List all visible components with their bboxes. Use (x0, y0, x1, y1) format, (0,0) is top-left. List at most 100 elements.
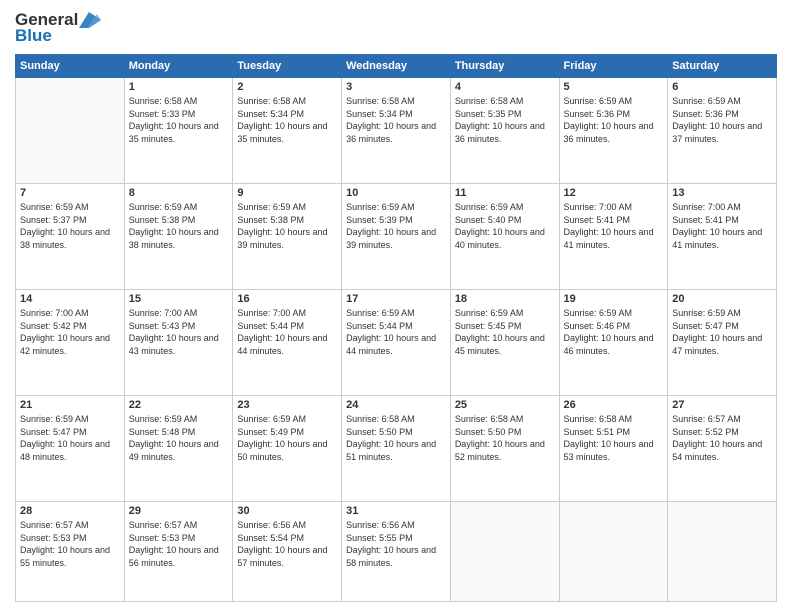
day-number: 1 (129, 81, 229, 93)
day-info: Sunrise: 6:59 AM Sunset: 5:40 PM Dayligh… (455, 201, 555, 251)
day-info: Sunrise: 6:57 AM Sunset: 5:53 PM Dayligh… (20, 519, 120, 569)
calendar-day-cell: 5 Sunrise: 6:59 AM Sunset: 5:36 PM Dayli… (559, 78, 668, 184)
day-number: 14 (20, 293, 120, 305)
day-number: 28 (20, 505, 120, 517)
day-info: Sunrise: 6:59 AM Sunset: 5:36 PM Dayligh… (564, 95, 664, 145)
logo-icon (79, 12, 101, 28)
calendar-day-cell: 6 Sunrise: 6:59 AM Sunset: 5:36 PM Dayli… (668, 78, 777, 184)
day-number: 12 (564, 187, 664, 199)
day-number: 13 (672, 187, 772, 199)
day-number: 19 (564, 293, 664, 305)
day-number: 6 (672, 81, 772, 93)
day-number: 22 (129, 399, 229, 411)
day-number: 5 (564, 81, 664, 93)
calendar-day-cell: 10 Sunrise: 6:59 AM Sunset: 5:39 PM Dayl… (342, 184, 451, 290)
day-info: Sunrise: 7:00 AM Sunset: 5:44 PM Dayligh… (237, 307, 337, 357)
calendar-header-cell: Saturday (668, 55, 777, 78)
day-number: 24 (346, 399, 446, 411)
day-info: Sunrise: 6:56 AM Sunset: 5:54 PM Dayligh… (237, 519, 337, 569)
calendar-week-row: 21 Sunrise: 6:59 AM Sunset: 5:47 PM Dayl… (16, 396, 777, 502)
calendar-header-cell: Monday (124, 55, 233, 78)
day-number: 25 (455, 399, 555, 411)
day-number: 21 (20, 399, 120, 411)
calendar-header-cell: Tuesday (233, 55, 342, 78)
calendar-day-cell: 19 Sunrise: 6:59 AM Sunset: 5:46 PM Dayl… (559, 290, 668, 396)
calendar-day-cell: 23 Sunrise: 6:59 AM Sunset: 5:49 PM Dayl… (233, 396, 342, 502)
calendar-table: SundayMondayTuesdayWednesdayThursdayFrid… (15, 54, 777, 602)
calendar-header-row: SundayMondayTuesdayWednesdayThursdayFrid… (16, 55, 777, 78)
day-info: Sunrise: 6:57 AM Sunset: 5:53 PM Dayligh… (129, 519, 229, 569)
calendar-day-cell: 2 Sunrise: 6:58 AM Sunset: 5:34 PM Dayli… (233, 78, 342, 184)
day-number: 3 (346, 81, 446, 93)
day-number: 7 (20, 187, 120, 199)
day-number: 15 (129, 293, 229, 305)
calendar-day-cell: 17 Sunrise: 6:59 AM Sunset: 5:44 PM Dayl… (342, 290, 451, 396)
calendar-week-row: 1 Sunrise: 6:58 AM Sunset: 5:33 PM Dayli… (16, 78, 777, 184)
day-info: Sunrise: 6:58 AM Sunset: 5:51 PM Dayligh… (564, 413, 664, 463)
day-number: 26 (564, 399, 664, 411)
calendar-day-cell: 31 Sunrise: 6:56 AM Sunset: 5:55 PM Dayl… (342, 502, 451, 602)
calendar-day-cell: 1 Sunrise: 6:58 AM Sunset: 5:33 PM Dayli… (124, 78, 233, 184)
day-number: 4 (455, 81, 555, 93)
day-number: 29 (129, 505, 229, 517)
calendar-week-row: 28 Sunrise: 6:57 AM Sunset: 5:53 PM Dayl… (16, 502, 777, 602)
calendar-day-cell: 14 Sunrise: 7:00 AM Sunset: 5:42 PM Dayl… (16, 290, 125, 396)
day-info: Sunrise: 7:00 AM Sunset: 5:42 PM Dayligh… (20, 307, 120, 357)
calendar-day-cell: 4 Sunrise: 6:58 AM Sunset: 5:35 PM Dayli… (450, 78, 559, 184)
calendar-day-cell: 15 Sunrise: 7:00 AM Sunset: 5:43 PM Dayl… (124, 290, 233, 396)
day-number: 10 (346, 187, 446, 199)
day-info: Sunrise: 6:58 AM Sunset: 5:50 PM Dayligh… (455, 413, 555, 463)
day-info: Sunrise: 6:56 AM Sunset: 5:55 PM Dayligh… (346, 519, 446, 569)
calendar-week-row: 7 Sunrise: 6:59 AM Sunset: 5:37 PM Dayli… (16, 184, 777, 290)
calendar-header-cell: Friday (559, 55, 668, 78)
calendar-day-cell: 24 Sunrise: 6:58 AM Sunset: 5:50 PM Dayl… (342, 396, 451, 502)
calendar-day-cell: 29 Sunrise: 6:57 AM Sunset: 5:53 PM Dayl… (124, 502, 233, 602)
day-number: 9 (237, 187, 337, 199)
day-number: 2 (237, 81, 337, 93)
calendar-day-cell: 11 Sunrise: 6:59 AM Sunset: 5:40 PM Dayl… (450, 184, 559, 290)
day-info: Sunrise: 6:59 AM Sunset: 5:36 PM Dayligh… (672, 95, 772, 145)
day-info: Sunrise: 6:58 AM Sunset: 5:34 PM Dayligh… (346, 95, 446, 145)
day-number: 18 (455, 293, 555, 305)
day-number: 11 (455, 187, 555, 199)
calendar-day-cell (450, 502, 559, 602)
day-number: 8 (129, 187, 229, 199)
day-number: 23 (237, 399, 337, 411)
calendar-day-cell: 18 Sunrise: 6:59 AM Sunset: 5:45 PM Dayl… (450, 290, 559, 396)
calendar-header-cell: Thursday (450, 55, 559, 78)
calendar-day-cell: 25 Sunrise: 6:58 AM Sunset: 5:50 PM Dayl… (450, 396, 559, 502)
day-info: Sunrise: 6:59 AM Sunset: 5:46 PM Dayligh… (564, 307, 664, 357)
day-number: 16 (237, 293, 337, 305)
calendar-day-cell: 9 Sunrise: 6:59 AM Sunset: 5:38 PM Dayli… (233, 184, 342, 290)
calendar-day-cell: 20 Sunrise: 6:59 AM Sunset: 5:47 PM Dayl… (668, 290, 777, 396)
day-info: Sunrise: 6:58 AM Sunset: 5:50 PM Dayligh… (346, 413, 446, 463)
day-info: Sunrise: 6:59 AM Sunset: 5:39 PM Dayligh… (346, 201, 446, 251)
header: General Blue (15, 10, 777, 46)
calendar-day-cell (16, 78, 125, 184)
day-info: Sunrise: 6:59 AM Sunset: 5:48 PM Dayligh… (129, 413, 229, 463)
day-number: 31 (346, 505, 446, 517)
day-info: Sunrise: 6:58 AM Sunset: 5:33 PM Dayligh… (129, 95, 229, 145)
day-number: 27 (672, 399, 772, 411)
logo-blue: Blue (15, 26, 52, 46)
calendar-day-cell: 12 Sunrise: 7:00 AM Sunset: 5:41 PM Dayl… (559, 184, 668, 290)
calendar-day-cell (668, 502, 777, 602)
day-info: Sunrise: 6:59 AM Sunset: 5:47 PM Dayligh… (20, 413, 120, 463)
day-info: Sunrise: 6:59 AM Sunset: 5:49 PM Dayligh… (237, 413, 337, 463)
calendar-header-cell: Sunday (16, 55, 125, 78)
day-info: Sunrise: 6:59 AM Sunset: 5:44 PM Dayligh… (346, 307, 446, 357)
day-info: Sunrise: 6:59 AM Sunset: 5:38 PM Dayligh… (237, 201, 337, 251)
calendar-header-cell: Wednesday (342, 55, 451, 78)
calendar-day-cell: 27 Sunrise: 6:57 AM Sunset: 5:52 PM Dayl… (668, 396, 777, 502)
calendar-day-cell: 8 Sunrise: 6:59 AM Sunset: 5:38 PM Dayli… (124, 184, 233, 290)
calendar-day-cell: 22 Sunrise: 6:59 AM Sunset: 5:48 PM Dayl… (124, 396, 233, 502)
day-info: Sunrise: 6:59 AM Sunset: 5:45 PM Dayligh… (455, 307, 555, 357)
day-info: Sunrise: 7:00 AM Sunset: 5:41 PM Dayligh… (564, 201, 664, 251)
calendar-day-cell: 7 Sunrise: 6:59 AM Sunset: 5:37 PM Dayli… (16, 184, 125, 290)
day-info: Sunrise: 7:00 AM Sunset: 5:41 PM Dayligh… (672, 201, 772, 251)
calendar-week-row: 14 Sunrise: 7:00 AM Sunset: 5:42 PM Dayl… (16, 290, 777, 396)
day-number: 30 (237, 505, 337, 517)
calendar-day-cell (559, 502, 668, 602)
day-info: Sunrise: 6:59 AM Sunset: 5:37 PM Dayligh… (20, 201, 120, 251)
calendar-day-cell: 21 Sunrise: 6:59 AM Sunset: 5:47 PM Dayl… (16, 396, 125, 502)
